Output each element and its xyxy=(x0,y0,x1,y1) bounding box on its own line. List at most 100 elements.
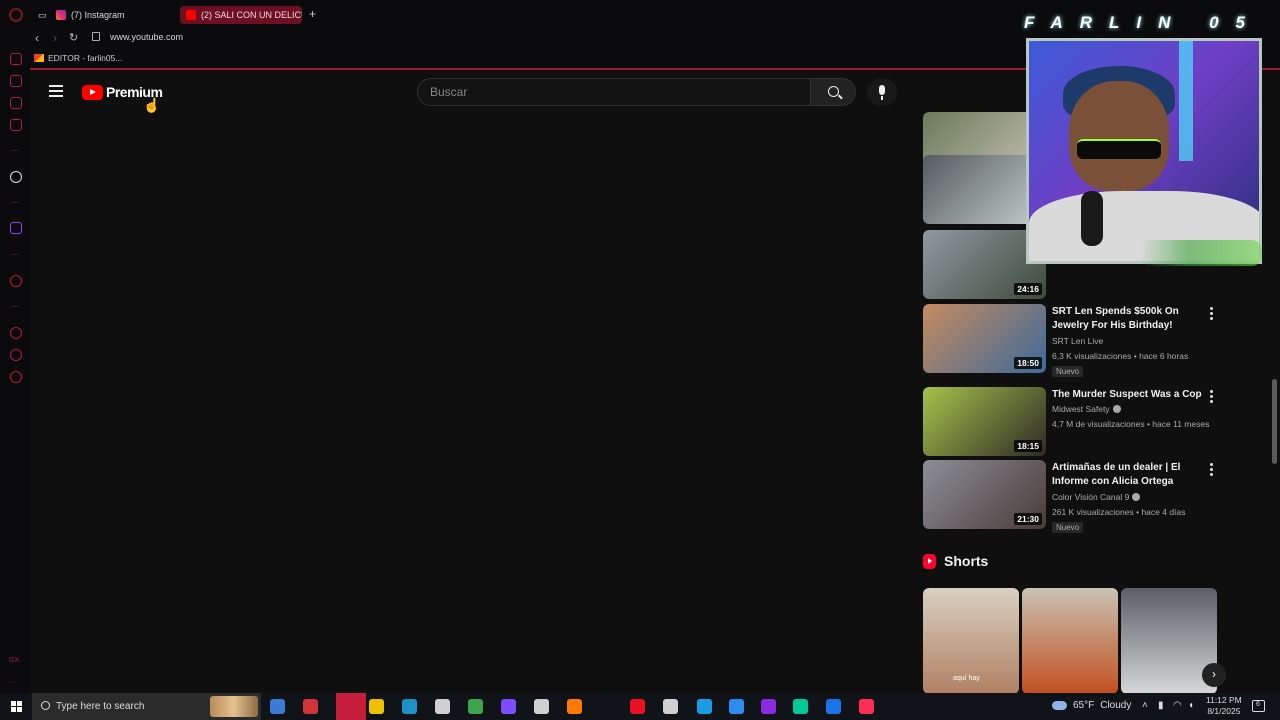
taskbar-search xyxy=(32,693,261,720)
search-button[interactable] xyxy=(810,78,856,106)
taskbar-app-icon[interactable] xyxy=(630,699,645,714)
taskbar-app-icon[interactable] xyxy=(697,699,712,714)
video-duration: 18:50 xyxy=(1014,357,1042,369)
more-options-icon[interactable] xyxy=(1210,307,1213,322)
windows-start-icon[interactable] xyxy=(11,701,22,712)
video-duration: 24:16 xyxy=(1014,283,1042,295)
short-item[interactable]: aquí hay xyxy=(923,588,1019,694)
more-options-icon[interactable] xyxy=(1210,390,1213,405)
clock[interactable]: 11:12 PM 8/1/2025 xyxy=(1206,695,1242,717)
history-icon[interactable] xyxy=(10,327,22,339)
bookmark-label: EDITOR - farlin05... xyxy=(48,53,123,63)
video-title[interactable]: The Murder Suspect Was a Cop xyxy=(1052,388,1204,402)
wifi-icon[interactable]: ◠ xyxy=(1173,700,1182,711)
browser-sidebar: GX ··· xyxy=(0,0,30,693)
taskbar-app-icon[interactable] xyxy=(761,699,776,714)
webcam-overlay xyxy=(1026,38,1262,264)
youtube-icon xyxy=(186,10,196,20)
bookmark-item[interactable]: EDITOR - farlin05... xyxy=(34,53,122,63)
weather-temp: 65°F xyxy=(1073,700,1095,711)
taskbar-app-icon[interactable] xyxy=(826,699,841,714)
taskbar-app-icon[interactable] xyxy=(402,699,417,714)
clock-date: 8/1/2025 xyxy=(1207,706,1241,716)
tab-label: (2) SALI CON UN DELICU xyxy=(201,10,302,20)
sidebar-icon[interactable] xyxy=(10,97,22,109)
video-meta: 4,7 M de visualizaciones • hace 11 meses xyxy=(1052,419,1210,429)
video-recommendation[interactable]: 18:50 SRT Len Spends $500k On Jewelry For… xyxy=(923,304,1223,377)
sidebar-icon[interactable] xyxy=(10,75,22,87)
taskbar-app-icon[interactable] xyxy=(663,699,678,714)
taskbar-search-input[interactable] xyxy=(56,693,206,720)
settings-icon[interactable] xyxy=(10,371,22,383)
sidebar-divider xyxy=(11,202,19,203)
taskbar-app-icon[interactable] xyxy=(729,699,744,714)
forward-icon[interactable]: › xyxy=(53,31,57,45)
sidebar-icon[interactable] xyxy=(10,53,22,65)
channel-name-row[interactable]: Color Visión Canal 9 xyxy=(1052,492,1141,502)
overlay-title: FARLIN 05 xyxy=(1024,13,1263,32)
video-duration: 21:30 xyxy=(1014,513,1042,525)
scrollbar-thumb[interactable] xyxy=(1272,379,1277,464)
sidebar-gx-icon[interactable]: GX xyxy=(9,657,19,664)
video-recommendation[interactable]: 21:30 Artimañas de un dealer | El Informe… xyxy=(923,460,1223,533)
channel-name: Color Visión Canal 9 xyxy=(1052,492,1130,502)
taskbar-app-icon[interactable] xyxy=(793,699,808,714)
more-options-icon[interactable] xyxy=(1210,463,1213,478)
tab-instagram[interactable]: (7) Instagram xyxy=(50,6,190,24)
short-caption: aquí hay xyxy=(953,675,980,682)
tab-youtube[interactable]: (2) SALI CON UN DELICU xyxy=(180,6,302,24)
tab-list-icon[interactable]: ▭ xyxy=(32,6,46,24)
opera-logo-icon[interactable] xyxy=(9,8,23,22)
taskbar-app-icon[interactable] xyxy=(859,699,874,714)
video-title[interactable]: SRT Len Spends $500k On Jewelry For His … xyxy=(1052,305,1204,333)
taskbar-app-icon[interactable] xyxy=(369,699,384,714)
channel-name: Midwest Safety xyxy=(1052,404,1110,414)
weather-widget[interactable]: 65°F Cloudy xyxy=(1052,700,1131,711)
sidebar-icon[interactable] xyxy=(10,119,22,131)
channel-name: SRT Len Live xyxy=(1052,336,1104,346)
twitch-icon[interactable] xyxy=(10,222,22,234)
taskbar-app-icon[interactable] xyxy=(534,699,549,714)
chevron-right-icon[interactable]: › xyxy=(1202,663,1226,687)
sidebar-more-icon[interactable]: ··· xyxy=(9,679,16,686)
microphone-icon xyxy=(1081,191,1103,246)
video-thumbnail[interactable]: 21:30 xyxy=(923,460,1046,529)
sidebar-aria-icon[interactable] xyxy=(10,171,22,183)
menu-icon[interactable] xyxy=(49,85,63,100)
search-icon xyxy=(41,701,50,710)
voice-search-button[interactable] xyxy=(867,78,897,106)
search-input[interactable] xyxy=(418,79,810,105)
mic-icon xyxy=(879,85,885,95)
taskbar-app-icon[interactable] xyxy=(303,699,318,714)
reload-icon[interactable]: ↻ xyxy=(69,31,78,44)
search-icon xyxy=(828,86,839,97)
volume-icon[interactable]: ◖ xyxy=(1188,700,1194,711)
microphone-tray-icon[interactable]: ▮ xyxy=(1158,700,1164,711)
channel-name-row[interactable]: Midwest Safety xyxy=(1052,404,1121,414)
notification-icon[interactable]: 6 xyxy=(1252,700,1265,712)
taskbar-app-icon[interactable] xyxy=(501,699,516,714)
taskbar: 65°F Cloudy ˄ ▮ ◠ ◖ 11:12 PM 8/1/2025 6 xyxy=(0,693,1280,720)
shorts-section-header: Shorts xyxy=(923,553,988,569)
sidebar-icon[interactable] xyxy=(10,275,22,287)
taskbar-app-icon[interactable] xyxy=(468,699,483,714)
taskbar-app-icon[interactable] xyxy=(567,699,582,714)
video-thumbnail[interactable]: 18:50 xyxy=(923,304,1046,373)
channel-name-row[interactable]: SRT Len Live xyxy=(1052,336,1103,346)
url-field[interactable]: www.youtube.com xyxy=(110,32,183,42)
sidebar-icon[interactable] xyxy=(10,349,22,361)
back-icon[interactable]: ‹ xyxy=(35,31,39,45)
shorts-icon xyxy=(923,553,936,569)
video-title[interactable]: Artimañas de un dealer | El Informe con … xyxy=(1052,461,1204,489)
taskbar-app-icon[interactable] xyxy=(336,693,366,720)
taskbar-app-icon[interactable] xyxy=(270,699,285,714)
tab-label: (7) Instagram xyxy=(71,10,125,20)
plus-icon[interactable]: + xyxy=(309,7,316,21)
taskbar-app-icon[interactable] xyxy=(435,699,450,714)
video-thumbnail[interactable]: 18:15 xyxy=(923,387,1046,456)
video-recommendation[interactable]: 18:15 The Murder Suspect Was a Cop Midwest… xyxy=(923,387,1223,457)
short-item[interactable] xyxy=(1022,588,1118,694)
screen: GX ··· ▭ (7) Instagram (2) SALI CON UN D… xyxy=(0,0,1280,720)
chevron-up-icon[interactable]: ˄ xyxy=(1142,700,1148,711)
weather-text: Cloudy xyxy=(1100,700,1132,711)
